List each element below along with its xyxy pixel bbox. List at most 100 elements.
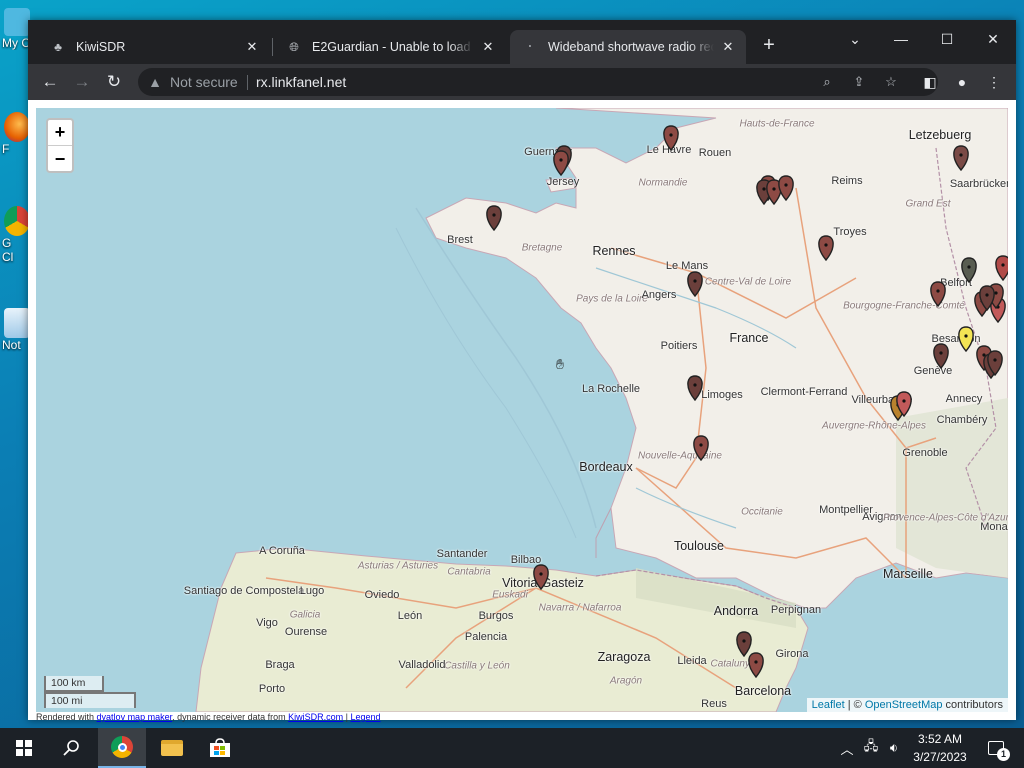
scale-bar-mi: 100 mi bbox=[44, 692, 136, 708]
omnibox-separator bbox=[247, 75, 248, 90]
receiver-marker[interactable] bbox=[553, 150, 569, 177]
close-window-button[interactable]: ✕ bbox=[970, 24, 1016, 54]
tray-overflow-icon[interactable]: ︿ bbox=[838, 728, 856, 768]
scale-bar-km: 100 km bbox=[44, 676, 104, 692]
menu-icon[interactable]: ⋮ bbox=[982, 70, 1006, 94]
tab-kiwisdr[interactable]: ♣ KiwiSDR ✕ bbox=[38, 30, 270, 64]
desktop-icon-chrome[interactable]: G Cl bbox=[0, 206, 30, 264]
zoom-control: + − bbox=[46, 118, 74, 173]
browser-window: ♣ KiwiSDR ✕ 🌐︎ E2Guardian - Unable to lo… bbox=[28, 20, 1016, 722]
notification-button[interactable]: 1 bbox=[984, 728, 1010, 768]
desktop-icon-computer[interactable]: My C bbox=[0, 8, 30, 50]
notification-icon: 1 bbox=[988, 741, 1010, 761]
page-content: Le Havre Rouen Guernsey Jersey Normandie… bbox=[28, 100, 1016, 722]
clock-date: 3/27/2023 bbox=[913, 750, 967, 764]
profile-icon[interactable]: ● bbox=[950, 70, 974, 94]
computer-icon bbox=[4, 8, 30, 36]
map-attribution: Leaflet | © OpenStreetMap contributors bbox=[806, 698, 1008, 712]
new-tab-button[interactable]: + bbox=[758, 34, 780, 56]
receiver-marker[interactable] bbox=[486, 205, 502, 232]
attribution-separator: | © bbox=[844, 699, 865, 711]
address-bar[interactable]: ▲ Not secure rx.linkfanel.net ⌕ ⇪ ☆ bbox=[138, 68, 938, 96]
close-icon[interactable]: ✕ bbox=[480, 39, 496, 55]
tab-title: E2Guardian - Unable to load web bbox=[312, 40, 474, 54]
taskbar-chrome[interactable] bbox=[98, 728, 146, 768]
receiver-marker[interactable] bbox=[663, 125, 679, 152]
notification-count: 1 bbox=[997, 748, 1010, 761]
zoom-in-button[interactable]: + bbox=[48, 120, 72, 146]
forward-button[interactable]: → bbox=[68, 68, 96, 96]
receiver-marker[interactable] bbox=[933, 343, 949, 370]
close-icon[interactable]: ✕ bbox=[244, 39, 260, 55]
tab-wideband[interactable]: ᛫ Wideband shortwave radio recei ✕ bbox=[510, 30, 746, 64]
folder-icon bbox=[161, 740, 183, 756]
footer-text: Rendered with bbox=[36, 712, 97, 722]
desktop-icon-firefox[interactable]: F bbox=[0, 112, 30, 156]
attribution-contributors: contributors bbox=[942, 699, 1003, 711]
receiver-marker[interactable] bbox=[693, 435, 709, 462]
taskbar-store[interactable] bbox=[196, 728, 244, 768]
footer-text: , dynamic receiver data from bbox=[172, 712, 289, 722]
dyatlov-link[interactable]: dyatlov map maker bbox=[97, 712, 173, 722]
warning-icon[interactable]: ▲ bbox=[146, 73, 164, 91]
security-indicator[interactable]: Not secure bbox=[170, 74, 238, 90]
reload-button[interactable]: ↻ bbox=[100, 68, 128, 96]
page-footer: Rendered with dyatlov map maker, dynamic… bbox=[36, 712, 381, 722]
side-panel-icon[interactable]: ◧ bbox=[918, 70, 942, 94]
openstreetmap-link[interactable]: OpenStreetMap bbox=[865, 699, 943, 711]
zoom-out-button[interactable]: − bbox=[48, 146, 72, 172]
desktop-icon-label: F bbox=[2, 142, 10, 156]
share-icon[interactable]: ⇪ bbox=[850, 73, 868, 91]
tab-search-button[interactable]: ⌄ bbox=[832, 24, 878, 54]
legend-link[interactable]: Legend bbox=[351, 712, 381, 722]
receiver-marker[interactable] bbox=[778, 175, 794, 202]
receiver-marker[interactable] bbox=[736, 631, 752, 658]
receiver-marker[interactable] bbox=[930, 281, 946, 308]
marker-layer bbox=[486, 125, 1008, 679]
search-icon[interactable]: ⌕ bbox=[818, 73, 836, 91]
search-icon bbox=[63, 740, 79, 756]
receiver-marker[interactable] bbox=[995, 255, 1008, 282]
search-button[interactable] bbox=[48, 728, 96, 768]
maximize-button[interactable]: ☐ bbox=[924, 24, 970, 54]
desktop-icon-label: Not bbox=[2, 338, 21, 352]
receiver-marker[interactable] bbox=[961, 257, 977, 284]
minimize-button[interactable]: — bbox=[878, 24, 924, 54]
antenna-favicon: ᛫ bbox=[526, 40, 534, 54]
desktop-icon-label: My C bbox=[2, 36, 30, 50]
globe-icon: 🌐︎ bbox=[289, 39, 299, 54]
leaflet-link[interactable]: Leaflet bbox=[812, 699, 845, 711]
receiver-marker[interactable] bbox=[687, 271, 703, 298]
kiwisdr-favicon: ♣ bbox=[54, 40, 62, 54]
network-icon[interactable]: 🖧︎ bbox=[860, 728, 882, 768]
tab-separator bbox=[272, 38, 273, 56]
taskbar-file-explorer[interactable] bbox=[148, 728, 196, 768]
desktop-icon-notepad[interactable]: Not bbox=[0, 308, 30, 352]
receiver-marker[interactable] bbox=[818, 235, 834, 262]
receiver-map[interactable]: Le Havre Rouen Guernsey Jersey Normandie… bbox=[36, 108, 1008, 712]
receiver-marker[interactable] bbox=[958, 326, 974, 353]
receiver-marker[interactable] bbox=[687, 375, 703, 402]
close-icon[interactable]: ✕ bbox=[720, 39, 736, 55]
tab-e2guardian[interactable]: 🌐︎ E2Guardian - Unable to load web ✕ bbox=[274, 30, 506, 64]
kiwisdr-link[interactable]: KiwiSDR.com bbox=[288, 712, 343, 722]
clock[interactable]: 3:52 AM 3/27/2023 bbox=[900, 730, 980, 766]
receiver-marker[interactable] bbox=[953, 145, 969, 172]
receiver-marker[interactable] bbox=[748, 652, 764, 679]
bookmark-star-icon[interactable]: ☆ bbox=[882, 73, 900, 91]
url-text[interactable]: rx.linkfanel.net bbox=[256, 74, 346, 90]
tab-title: Wideband shortwave radio recei bbox=[548, 40, 714, 54]
back-button[interactable]: ← bbox=[36, 68, 64, 96]
taskbar: ︿ 🖧︎ 🔉︎ 3:52 AM 3/27/2023 1 bbox=[0, 728, 1024, 768]
desktop-icon-label: G bbox=[2, 236, 12, 250]
clock-time: 3:52 AM bbox=[917, 732, 963, 746]
store-icon bbox=[210, 738, 230, 757]
browser-toolbar: ← → ↻ ▲ Not secure rx.linkfanel.net ⌕ ⇪ … bbox=[28, 64, 1016, 100]
chrome-icon bbox=[4, 206, 30, 236]
desktop-icon-label: Cl bbox=[2, 250, 14, 264]
hand-cursor-icon: ✋︎ bbox=[556, 356, 564, 372]
receiver-marker[interactable] bbox=[533, 564, 549, 591]
start-button[interactable] bbox=[0, 728, 48, 768]
firefox-icon bbox=[4, 112, 30, 142]
notepad-icon bbox=[4, 308, 30, 338]
